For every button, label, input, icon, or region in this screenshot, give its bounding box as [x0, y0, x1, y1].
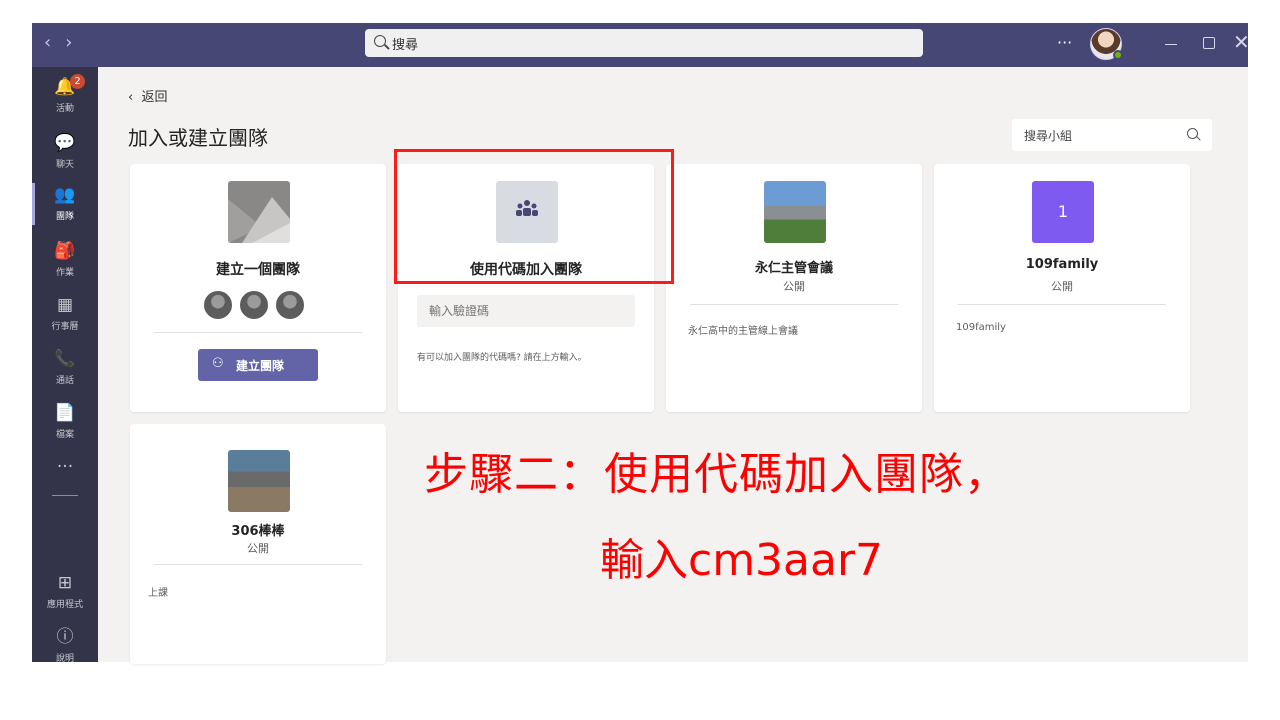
close-button[interactable]: ✕: [1233, 30, 1250, 54]
create-team-card: 建立一個團隊 ⚇ 建立團隊: [130, 164, 386, 412]
add-team-icon: ⚇: [212, 356, 224, 371]
team-card[interactable]: 1 109family 公開 109family: [934, 164, 1190, 412]
team-code-input[interactable]: [417, 295, 635, 327]
team-name: 永仁主管會議: [754, 261, 833, 276]
team-card[interactable]: 永仁主管會議 公開 永仁高中的主管線上會議: [666, 164, 922, 412]
group-search-input[interactable]: 搜尋小組: [1012, 119, 1212, 151]
rail-item-label: 應用程式: [46, 600, 83, 610]
instruction-annotation-line1: 步驟二：使用代碼加入團隊，: [424, 449, 1009, 500]
app-rail: 🔔 2 活動 💬 聊天 👥 團隊 🎒 作業 ▦ 行事曆 📞 通話 📄 檔案 ··…: [32, 67, 98, 664]
assignments-icon: 🎒: [54, 241, 76, 261]
bell-icon: 🔔: [54, 77, 76, 97]
team-description: 永仁高中的主管線上會議: [688, 326, 798, 337]
rail-item-activity[interactable]: 🔔 2 活動: [32, 71, 98, 121]
chevron-left-icon: ‹: [128, 90, 134, 105]
member-avatar: [202, 289, 234, 321]
rail-item-calendar[interactable]: ▦ 行事曆: [32, 289, 98, 339]
member-avatar: [274, 289, 306, 321]
rail-item-assignments[interactable]: 🎒 作業: [32, 235, 98, 285]
rail-item-calls[interactable]: 📞 通話: [32, 343, 98, 393]
create-team-thumbnail: [228, 181, 290, 243]
more-apps-icon: ···: [56, 457, 74, 477]
file-icon: 📄: [54, 403, 76, 423]
create-team-button[interactable]: ⚇ 建立團隊: [198, 349, 318, 381]
team-photo: [764, 181, 826, 243]
instruction-annotation-line2: 輸入cm3aar7: [600, 535, 884, 586]
calendar-icon: ▦: [56, 295, 74, 315]
rail-item-label: 檔案: [55, 430, 74, 440]
rail-item-teams[interactable]: 👥 團隊: [32, 179, 98, 229]
card-divider: [690, 304, 898, 305]
rail-item-label: 作業: [55, 268, 74, 278]
create-team-title: 建立一個團隊: [216, 262, 300, 278]
rail-item-more[interactable]: ···: [32, 451, 98, 501]
rail-item-label: 說明: [55, 654, 74, 664]
rail-item-apps[interactable]: ⊞ 應用程式: [32, 567, 98, 617]
group-search-placeholder: 搜尋小組: [1024, 129, 1073, 143]
back-label: 返回: [141, 90, 168, 105]
team-name: 109family: [1025, 257, 1099, 272]
team-letter-avatar: 1: [1032, 181, 1094, 243]
title-bar: ‹› 搜尋 ··· ✕: [32, 23, 1250, 67]
member-avatar: [238, 289, 270, 321]
search-icon: [1187, 128, 1198, 139]
create-team-button-label: 建立團隊: [236, 359, 285, 373]
page-title: 加入或建立團隊: [128, 126, 268, 150]
highlight-box: [394, 149, 674, 284]
maximize-button[interactable]: [1203, 37, 1215, 49]
rail-item-label: 行事曆: [51, 322, 79, 332]
help-icon: ⓘ: [56, 627, 74, 647]
card-divider: [154, 564, 362, 565]
notification-badge: 2: [70, 74, 85, 89]
more-options-icon[interactable]: ···: [1057, 33, 1072, 52]
team-description: 109family: [956, 322, 1006, 333]
team-visibility: 公開: [247, 542, 269, 555]
rail-item-label: 團隊: [55, 212, 74, 222]
apps-icon: ⊞: [57, 573, 73, 593]
chat-icon: 💬: [54, 133, 76, 153]
global-search-placeholder: 搜尋: [392, 38, 419, 53]
team-description: 上課: [148, 588, 168, 599]
rail-divider: [52, 495, 78, 496]
team-name: 306棒棒: [231, 524, 285, 539]
back-link[interactable]: ‹ 返回: [128, 86, 167, 105]
rail-item-files[interactable]: 📄 檔案: [32, 397, 98, 447]
team-visibility: 公開: [783, 280, 805, 293]
global-search-box[interactable]: 搜尋: [365, 29, 923, 57]
team-photo: [228, 450, 290, 512]
rail-item-help[interactable]: ⓘ 說明: [32, 621, 98, 671]
join-code-hint: 有可以加入團隊的代碼嗎? 請在上方輸入。: [417, 353, 587, 363]
rail-item-chat[interactable]: 💬 聊天: [32, 127, 98, 177]
rail-item-label: 活動: [55, 104, 74, 114]
card-divider: [958, 304, 1166, 305]
card-divider: [154, 332, 362, 333]
rail-item-label: 聊天: [55, 160, 74, 170]
rail-item-label: 通話: [55, 376, 74, 386]
teams-icon: 👥: [54, 185, 76, 205]
member-avatars: [202, 289, 314, 321]
phone-icon: 📞: [54, 349, 76, 369]
presence-status-icon: [1113, 50, 1123, 60]
team-visibility: 公開: [1051, 280, 1073, 293]
minimize-button[interactable]: [1165, 44, 1177, 45]
back-forward-nav[interactable]: ‹›: [44, 32, 86, 53]
team-card[interactable]: 306棒棒 公開 上課: [130, 424, 386, 664]
search-icon: [374, 35, 386, 47]
